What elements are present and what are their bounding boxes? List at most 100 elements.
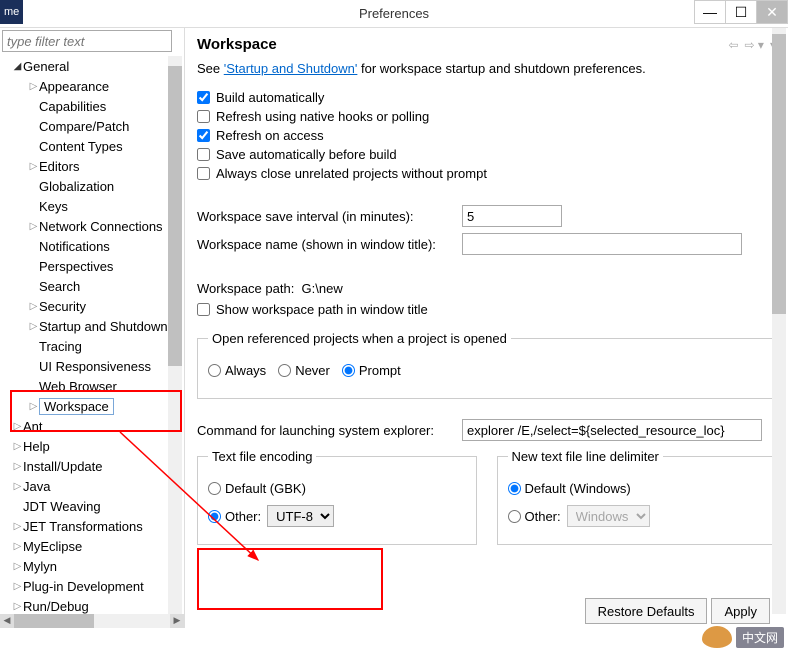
forward-icon[interactable]: ⇨ ▾ <box>745 38 764 52</box>
tree-item-appearance[interactable]: ▷Appearance <box>4 76 184 96</box>
back-icon[interactable]: ⇦ <box>728 38 738 52</box>
tree-item-web-browser[interactable]: Web Browser <box>4 376 184 396</box>
tree-item-plug-in-development[interactable]: ▷Plug-in Development <box>4 576 184 596</box>
tree-item-workspace[interactable]: ▷Workspace <box>4 396 184 416</box>
tree-item-perspectives[interactable]: Perspectives <box>4 256 184 276</box>
tree-item-myeclipse[interactable]: ▷MyEclipse <box>4 536 184 556</box>
tree-item-ant[interactable]: ▷Ant <box>4 416 184 436</box>
encoding-other-radio[interactable] <box>208 510 221 523</box>
tree-item-keys[interactable]: Keys <box>4 196 184 216</box>
save-interval-input[interactable] <box>462 205 562 227</box>
restore-defaults-button[interactable]: Restore Defaults <box>585 598 708 624</box>
delimiter-default-radio[interactable] <box>508 482 521 495</box>
minimize-button[interactable]: — <box>694 0 726 24</box>
scroll-right-icon[interactable]: ▶ <box>170 614 184 628</box>
show-path-checkbox[interactable] <box>197 303 210 316</box>
chevron-right-icon[interactable]: ▷ <box>28 161 39 172</box>
chevron-right-icon[interactable]: ▷ <box>12 601 23 612</box>
tree-item-editors[interactable]: ▷Editors <box>4 156 184 176</box>
build-auto-checkbox[interactable] <box>197 91 210 104</box>
watermark-text: 中文网 <box>736 627 784 648</box>
tree-item-compare-patch[interactable]: Compare/Patch <box>4 116 184 136</box>
encoding-legend: Text file encoding <box>208 449 316 464</box>
workspace-name-input[interactable] <box>462 233 742 255</box>
encoding-select[interactable]: UTF-8 <box>267 505 334 527</box>
tree-item-security[interactable]: ▷Security <box>4 296 184 316</box>
tree-item-label: Content Types <box>39 139 123 154</box>
tree-item-label: Notifications <box>39 239 110 254</box>
tree-item-run-debug[interactable]: ▷Run/Debug <box>4 596 184 616</box>
chevron-right-icon[interactable]: ▷ <box>12 421 23 432</box>
tree-item-ui-responsiveness[interactable]: UI Responsiveness <box>4 356 184 376</box>
tree-item-mylyn[interactable]: ▷Mylyn <box>4 556 184 576</box>
chevron-right-icon[interactable]: ▷ <box>28 401 39 412</box>
open-ref-prompt-radio[interactable] <box>342 364 355 377</box>
tree-item-jet-transformations[interactable]: ▷JET Transformations <box>4 516 184 536</box>
explorer-cmd-input[interactable] <box>462 419 762 441</box>
close-button[interactable]: ✕ <box>756 0 788 24</box>
chevron-down-icon[interactable]: ◢ <box>12 61 23 72</box>
tree-item-label: MyEclipse <box>23 539 82 554</box>
tree-item-network-connections[interactable]: ▷Network Connections <box>4 216 184 236</box>
open-ref-never-radio[interactable] <box>278 364 291 377</box>
tree-hscroll[interactable]: ◀ ▶ <box>0 614 184 628</box>
tree-item-startup-and-shutdown[interactable]: ▷Startup and Shutdown <box>4 316 184 336</box>
close-unrelated-label: Always close unrelated projects without … <box>216 166 487 181</box>
encoding-fieldset: Text file encoding Default (GBK) Other: … <box>197 449 477 545</box>
open-ref-always-radio[interactable] <box>208 364 221 377</box>
tree-item-capabilities[interactable]: Capabilities <box>4 96 184 116</box>
tree-item-help[interactable]: ▷Help <box>4 436 184 456</box>
refresh-native-checkbox[interactable] <box>197 110 210 123</box>
tree-scrollbar[interactable] <box>168 56 182 628</box>
tree-item-content-types[interactable]: Content Types <box>4 136 184 156</box>
window-controls: — ☐ ✕ <box>695 0 788 24</box>
chevron-right-icon[interactable]: ▷ <box>12 541 23 552</box>
chevron-right-icon[interactable]: ▷ <box>28 321 39 332</box>
content-scrollbar[interactable] <box>772 28 786 614</box>
save-interval-label: Workspace save interval (in minutes): <box>197 209 462 224</box>
delimiter-select[interactable]: Windows <box>567 505 650 527</box>
tree-item-label: Startup and Shutdown <box>39 319 168 334</box>
maximize-button[interactable]: ☐ <box>725 0 757 24</box>
tree-item-label: JET Transformations <box>23 519 143 534</box>
close-unrelated-checkbox[interactable] <box>197 167 210 180</box>
refresh-native-label: Refresh using native hooks or polling <box>216 109 429 124</box>
chevron-right-icon[interactable]: ▷ <box>28 301 39 312</box>
watermark: 中文网 <box>702 626 784 648</box>
title-bar: me Preferences — ☐ ✕ <box>0 0 788 28</box>
tree-item-jdt-weaving[interactable]: JDT Weaving <box>4 496 184 516</box>
delimiter-other-radio[interactable] <box>508 510 521 523</box>
preferences-tree[interactable]: ◢General▷AppearanceCapabilitiesCompare/P… <box>0 56 184 628</box>
refresh-access-checkbox[interactable] <box>197 129 210 142</box>
save-auto-checkbox[interactable] <box>197 148 210 161</box>
chevron-right-icon[interactable]: ▷ <box>12 441 23 452</box>
tree-item-label: Capabilities <box>39 99 106 114</box>
scroll-left-icon[interactable]: ◀ <box>0 614 14 628</box>
filter-input[interactable] <box>2 30 172 52</box>
startup-shutdown-link[interactable]: 'Startup and Shutdown' <box>224 61 358 76</box>
tree-item-java[interactable]: ▷Java <box>4 476 184 496</box>
sidebar: ◢General▷AppearanceCapabilitiesCompare/P… <box>0 28 185 628</box>
encoding-default-radio[interactable] <box>208 482 221 495</box>
tree-item-label: Mylyn <box>23 559 57 574</box>
chevron-right-icon[interactable]: ▷ <box>12 561 23 572</box>
chevron-right-icon[interactable]: ▷ <box>12 481 23 492</box>
chevron-right-icon[interactable]: ▷ <box>12 521 23 532</box>
tree-item-install-update[interactable]: ▷Install/Update <box>4 456 184 476</box>
app-tag: me <box>0 0 23 24</box>
tree-item-search[interactable]: Search <box>4 276 184 296</box>
tree-item-general[interactable]: ◢General <box>4 56 184 76</box>
tree-item-notifications[interactable]: Notifications <box>4 236 184 256</box>
chevron-right-icon[interactable]: ▷ <box>28 221 39 232</box>
tree-item-label: Workspace <box>39 398 114 415</box>
chevron-right-icon[interactable]: ▷ <box>12 461 23 472</box>
chevron-right-icon[interactable]: ▷ <box>12 581 23 592</box>
tree-item-globalization[interactable]: Globalization <box>4 176 184 196</box>
chevron-right-icon[interactable]: ▷ <box>28 81 39 92</box>
tree-item-label: General <box>23 59 69 74</box>
tree-item-tracing[interactable]: Tracing <box>4 336 184 356</box>
apply-button[interactable]: Apply <box>711 598 770 624</box>
tree-item-label: Globalization <box>39 179 114 194</box>
tree-item-label: Help <box>23 439 50 454</box>
tree-item-label: Network Connections <box>39 219 163 234</box>
